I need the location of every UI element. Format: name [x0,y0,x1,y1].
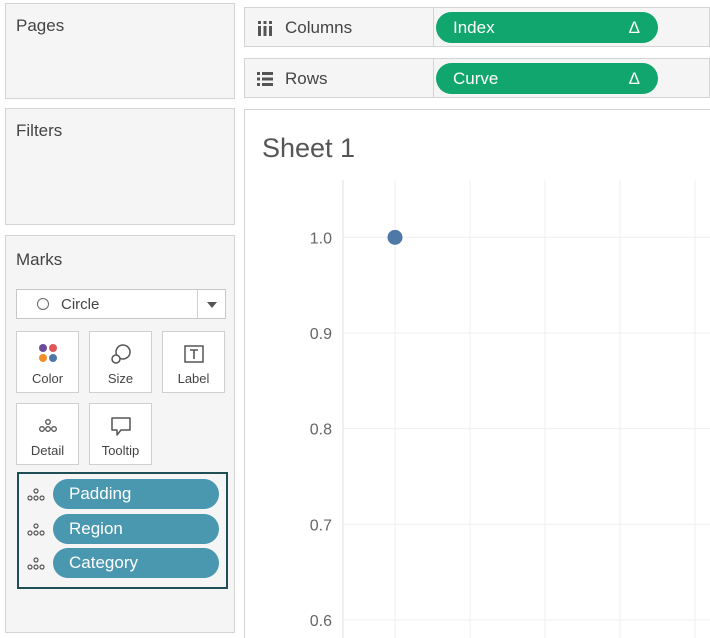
label-button[interactable]: Label [162,331,225,393]
region-pill[interactable]: Region [53,514,219,544]
columns-shelf[interactable]: Columns Index Δ [244,7,710,47]
detail-dots-icon [27,523,45,536]
marks-card-title: Marks [16,250,63,269]
worksheet-view[interactable]: Sheet 1 1.0 0.9 0.8 0.7 0.6 [244,109,710,638]
curve-pill-label: Curve [453,69,499,88]
size-button-label: Size [107,371,134,386]
detail-dots-icon [27,557,45,570]
data-point[interactable] [387,229,403,245]
detail-button-label: Detail [30,443,65,458]
circle-mark-icon [37,298,49,310]
filters-card[interactable]: Filters [5,108,235,225]
text-label-icon [183,345,204,363]
y-tick-label: 0.6 [310,613,332,630]
columns-shelf-label: Columns [285,18,353,37]
rows-shelf[interactable]: Rows Curve Δ [244,58,710,98]
y-tick-label: 0.9 [310,326,332,343]
table-calc-delta-icon: Δ [628,18,640,37]
mark-type-dropdown[interactable]: Circle [16,289,226,319]
tooltip-button[interactable]: Tooltip [89,403,152,465]
size-button[interactable]: Size [89,331,152,393]
detail-dots-icon [38,419,57,432]
rows-icon [257,72,273,86]
scatter-chart[interactable]: 1.0 0.9 0.8 0.7 0.6 [245,110,710,638]
pages-card-title: Pages [16,16,65,35]
color-palette-icon [38,344,57,362]
mark-type-value: Circle [61,296,100,313]
pages-card[interactable]: Pages [5,3,235,99]
columns-icon [258,21,272,36]
filters-card-title: Filters [16,121,63,140]
padding-pill[interactable]: Padding [53,479,219,509]
color-button[interactable]: Color [16,331,79,393]
detail-field-row[interactable]: Padding [19,479,226,510]
index-pill-label: Index [453,18,495,37]
label-button-label: Label [177,371,210,386]
detail-dots-icon [27,488,45,501]
color-button-label: Color [31,371,64,386]
index-pill[interactable]: Index Δ [436,12,658,43]
shelf-divider [433,8,434,46]
category-pill[interactable]: Category [53,548,219,578]
y-tick-label: 0.8 [310,422,332,439]
rows-shelf-label: Rows [285,69,328,88]
marks-card: Marks Circle Color Size Label Detail Too… [5,235,235,633]
size-icon [110,344,131,364]
tooltip-button-label: Tooltip [101,443,140,458]
detail-fields-highlight: Padding Region Category [17,472,228,589]
curve-pill[interactable]: Curve Δ [436,63,658,94]
detail-button[interactable]: Detail [16,403,79,465]
y-tick-label: 1.0 [310,230,332,247]
shelf-divider [433,59,434,97]
y-tick-label: 0.7 [310,517,332,534]
tooltip-bubble-icon [110,417,131,436]
chevron-down-icon[interactable] [197,290,225,318]
detail-field-row[interactable]: Region [19,514,226,545]
detail-field-row[interactable]: Category [19,548,226,579]
table-calc-delta-icon: Δ [628,69,640,88]
